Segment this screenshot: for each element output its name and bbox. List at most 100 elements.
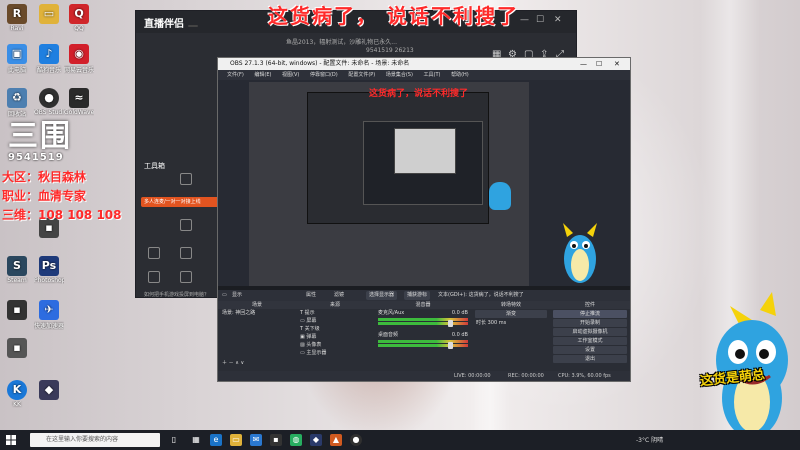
steam-icon: S [7,256,27,276]
desktop-icon[interactable]: ▭ [34,4,64,25]
transitions-dock: 转场特效 渐变 时长 300 ms [472,301,551,371]
minimize-icon[interactable]: — [520,15,529,25]
filters-button[interactable]: 滤镜 [334,290,344,301]
obs-taskbar-icon[interactable]: ● [350,434,362,446]
desktop-icon[interactable]: ♻ 回收站 [2,88,32,118]
menu-help[interactable]: 帮助(H) [451,72,469,78]
cpu-status: CPU: 3.9%, 60.00 fps [558,373,611,379]
desktop-icon[interactable]: R Ravi [2,4,32,32]
tool-icon[interactable] [180,271,192,283]
obs-statusbar: LIVE: 00:00:00 REC: 00:00:00 CPU: 3.9%, … [218,371,630,381]
maximize-icon[interactable]: ☐ [536,15,544,25]
volume-slider[interactable] [378,342,468,349]
desktop-icon[interactable]: ◆ [34,380,64,401]
store-icon[interactable]: ▦ [190,434,202,446]
nested-mascot [489,182,511,210]
add-icon[interactable]: ＋ [222,360,227,366]
menu-view[interactable]: 视图(V) [282,72,299,78]
source-item[interactable]: ▭ 主显示器 [296,349,374,357]
source-item[interactable]: T 关下级 [296,325,374,333]
volume-knob[interactable] [448,320,453,327]
down-icon[interactable]: ∨ [240,360,244,366]
menu-file[interactable]: 文件(F) [227,72,244,78]
tool-icon[interactable] [180,247,192,259]
up-icon[interactable]: ∧ [235,360,239,366]
monitor-icon: ▭ [222,292,227,298]
desktop-icon[interactable]: ●OBS Studio [34,88,64,116]
desktop-icon[interactable]: Q QQ [64,4,94,32]
tool-icon[interactable] [148,247,160,259]
desktop-icon[interactable]: ▪ [2,338,32,359]
desktop-icon[interactable]: ◉ 网易云音乐 [64,44,94,74]
app-icon[interactable]: ▪ [270,434,282,446]
nested-helper-window [307,92,489,224]
select-display-dropdown[interactable]: 选择显示器 [366,291,398,300]
volume-knob[interactable] [448,342,453,349]
transition-select[interactable]: 渐变 [475,310,547,318]
virtual-camera-button[interactable]: 启动虚拟摄像机 [553,328,627,336]
stop-streaming-button[interactable]: 停止推流 [553,310,627,318]
dragon-mascot [716,292,788,438]
remove-icon[interactable]: － [229,360,234,366]
scene-item[interactable]: 场景: 神回之路 [218,309,296,317]
explorer-icon[interactable]: ▭ [230,434,242,446]
windows-start-icon[interactable] [6,435,16,445]
mail-icon[interactable]: ✉ [250,434,262,446]
mixer-header: 混音器 [374,301,472,309]
desktop-icon[interactable]: ≈ GoldWave [64,88,94,116]
menu-edit[interactable]: 编辑(E) [254,72,271,78]
source-item[interactable]: T 提示 [296,309,374,317]
studio-mode-button[interactable]: 工作室模式 [553,337,627,345]
taskbar: 在这里输入你要搜索的内容 ▯ ▦ e ▭ ✉ ▪ ◍ ◆ ▲ ● -3°C 阴晴 [0,430,800,450]
exit-button[interactable]: 退出 [553,355,627,363]
desktop-icon[interactable]: K KK [2,380,32,408]
task-view-icon[interactable]: ▯ [168,434,180,446]
tool-icon[interactable] [180,173,192,185]
edge-icon[interactable]: e [210,434,222,446]
obs-preview[interactable]: 这货病了，说话不利搜了 [249,82,529,286]
photoshop-icon: Ps [39,256,59,276]
help-link[interactable]: 如何把手机游戏投屏到电脑？ [144,291,209,298]
close-icon[interactable]: ✕ [614,58,620,70]
desktop-icon[interactable]: ▣ 此电脑 [2,44,32,74]
source-item[interactable]: ▣ 弹幕 [296,333,374,341]
desktop-icon[interactable]: S Steam [2,256,32,284]
source-item[interactable]: ▨ 头像表 [296,341,374,349]
menu-profile[interactable]: 配置文件(P) [348,72,375,78]
source-item[interactable]: ▭ 屏幕 [296,317,374,325]
capture-cursor-toggle[interactable]: 捕获游标 [404,291,431,300]
minimize-icon[interactable]: — [580,58,587,70]
small-dragon-mascot [563,223,597,283]
stream-caption: 这货病了， 说话不利搜了 [268,4,519,28]
tool-icon[interactable] [148,271,160,283]
text-source-tab[interactable]: 文本(GDI+): 这货病了，说话不利搜了 [438,290,524,301]
properties-button[interactable]: 属性 [306,290,316,301]
promo-banner[interactable]: 多人连麦/一对一对接上线 [141,197,220,207]
start-recording-button[interactable]: 开始录制 [553,319,627,327]
desktop-icon[interactable]: ♪ 酷狗音乐 [34,44,64,74]
mixer-dock: 混音器 麦克风/Aux 0.0 dB 桌面音频 0.0 dB [374,301,473,371]
volume-slider[interactable] [378,320,468,327]
menu-docks[interactable]: 停靠窗口(D) [310,72,338,78]
close-icon[interactable]: ✕ [554,15,562,25]
maximize-icon[interactable]: ☐ [596,58,602,70]
game-icon: ◆ [39,380,59,400]
k-icon: K [7,380,27,400]
tool-icon[interactable] [180,219,192,231]
app-icon[interactable]: ◆ [310,434,322,446]
wechat-icon[interactable]: ◍ [290,434,302,446]
mixer-channel-label: 桌面音频 0.0 dB [378,332,468,338]
desktop-icon[interactable]: ▪ [2,300,32,321]
desktop-icon[interactable]: Ps Photoshop [34,256,64,284]
app-icon[interactable]: ▲ [330,434,342,446]
menu-tools[interactable]: 工具(T) [424,72,441,78]
desktop-icon[interactable]: ✈ 快速加速器 [34,300,64,330]
live-status: LIVE: 00:00:00 [454,373,491,379]
menu-scene-collection[interactable]: 场景集合(S) [386,72,413,78]
helper-brand: 直播伴侣 [144,15,198,30]
nested-obs-preview [394,128,456,174]
taskbar-search-input[interactable]: 在这里输入你要搜索的内容 [30,433,160,447]
scenes-dock: 场景 场景: 神回之路 ＋ － ∧ ∨ [218,301,297,371]
settings-button[interactable]: 设置 [553,346,627,354]
duration-input[interactable]: 300 ms [488,320,507,326]
